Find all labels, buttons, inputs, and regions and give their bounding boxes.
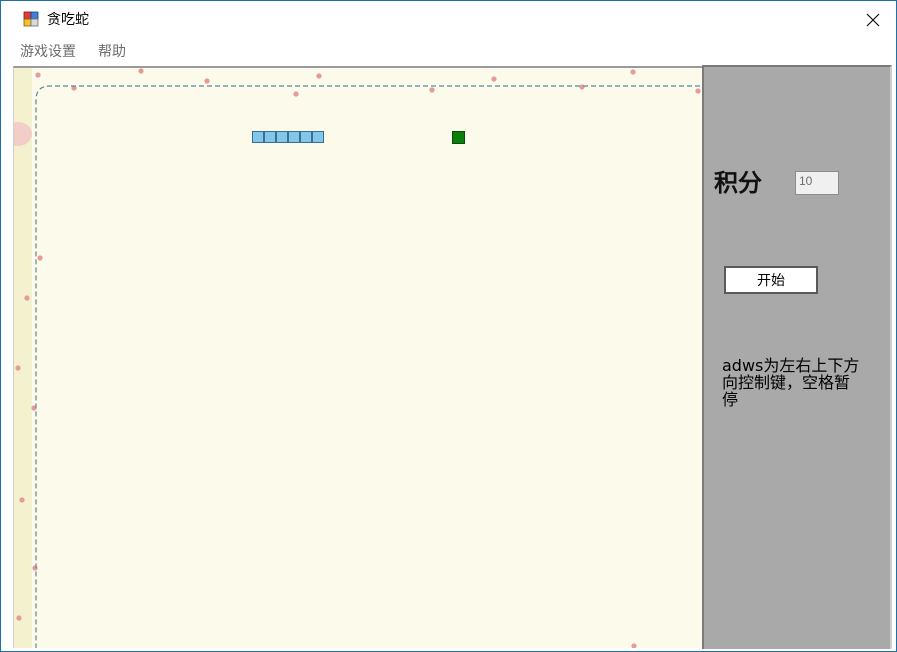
- snake: [252, 131, 324, 143]
- close-icon: [866, 13, 880, 27]
- menu-help[interactable]: 帮助: [98, 43, 126, 61]
- game-board[interactable]: [13, 66, 702, 648]
- start-button[interactable]: 开始: [724, 266, 818, 294]
- app-icon: [23, 11, 39, 27]
- title-bar: 贪吃蛇: [1, 1, 896, 39]
- snake-segment: [312, 131, 324, 143]
- score-label: 积分: [714, 168, 762, 197]
- snake-segment: [276, 131, 288, 143]
- menu-bar: 游戏设置 帮助: [1, 39, 896, 65]
- close-button[interactable]: [850, 1, 896, 39]
- menu-game-settings[interactable]: 游戏设置: [20, 43, 76, 61]
- window-title: 贪吃蛇: [47, 12, 89, 28]
- snake-segment: [252, 131, 264, 143]
- snake-segment: [288, 131, 300, 143]
- food-pellet: [452, 131, 465, 144]
- side-panel: 积分 10 开始 adws为左右上下方向控制键，空格暂停: [702, 65, 892, 649]
- controls-help-text: adws为左右上下方向控制键，空格暂停: [722, 356, 860, 409]
- score-field[interactable]: 10: [795, 171, 839, 195]
- board-background: [14, 68, 701, 648]
- snake-segment: [300, 131, 312, 143]
- snake-segment: [264, 131, 276, 143]
- game-window: 贪吃蛇 游戏设置 帮助 积分 10 开始 adws为左右上下方向控制键，空格暂停: [0, 0, 897, 652]
